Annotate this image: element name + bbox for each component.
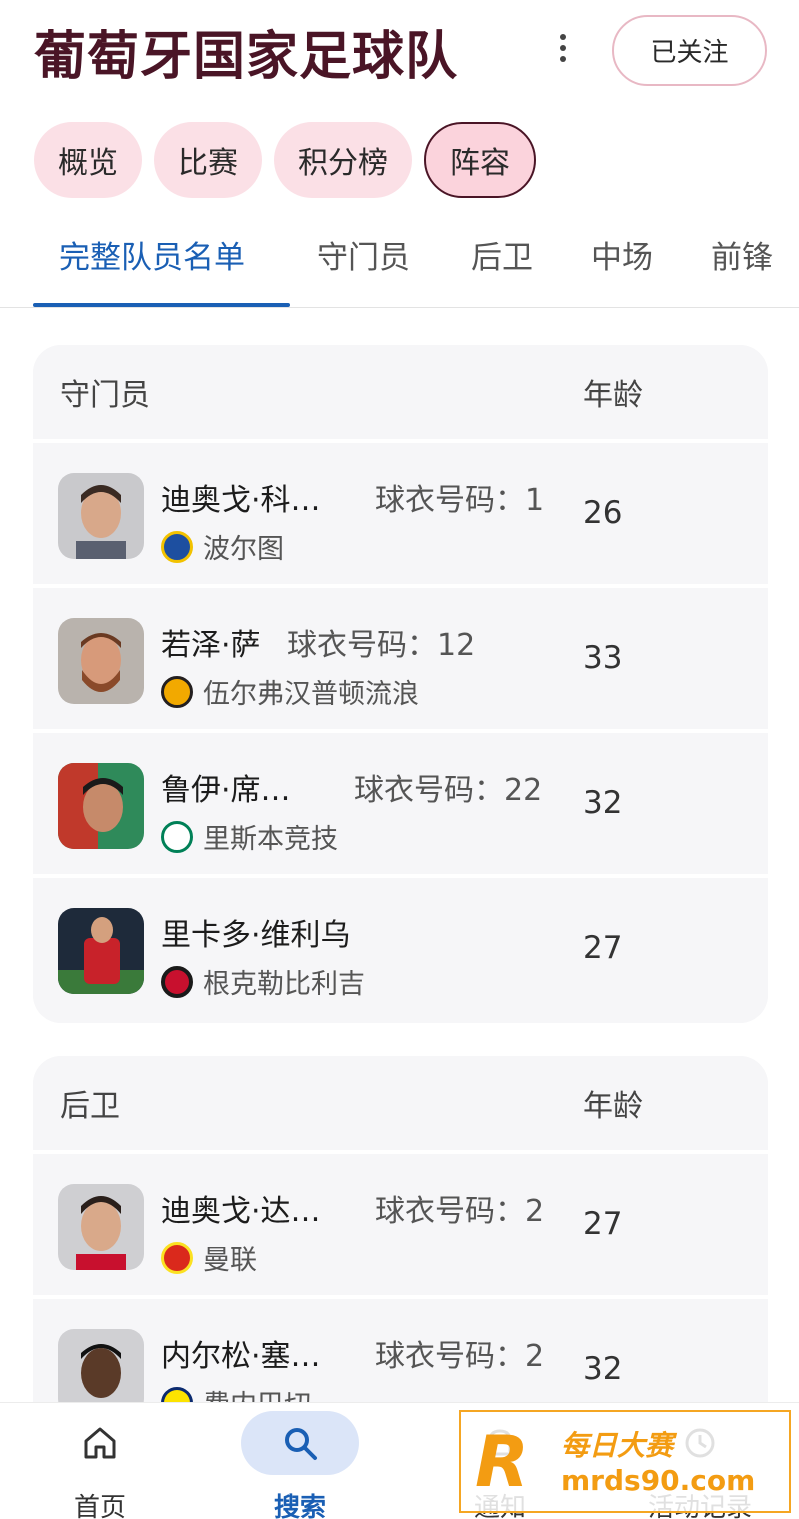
section-position-label: 守门员	[60, 378, 150, 413]
club-name: 波尔图	[203, 534, 284, 565]
section-header: 守门员 年龄	[33, 345, 768, 443]
squad-tabs: 完整队员名单 守门员 后卫 中场 前锋	[0, 210, 799, 308]
jersey-number: 球衣号码：2	[375, 1194, 545, 1229]
club-info: 根克勒比利吉	[161, 962, 365, 1001]
wolves-logo-icon	[161, 675, 193, 708]
nav-label: 搜索	[273, 1493, 326, 1519]
defenders-section: 后卫 年龄 迪奥戈·达… 球衣号码：2 曼联 27 内尔松·塞… 球衣号码：2 …	[33, 1056, 768, 1444]
player-avatar	[58, 763, 144, 849]
section-header: 后卫 年龄	[33, 1056, 768, 1154]
watermark-url: mrds90.com	[561, 1464, 756, 1497]
club-name: 伍尔弗汉普顿流浪	[203, 679, 419, 710]
section-position-label: 后卫	[60, 1089, 120, 1124]
jersey-number: 球衣号码：12	[287, 628, 476, 663]
jersey-number: 球衣号码：22	[354, 773, 543, 808]
player-name: 若泽·萨	[161, 628, 261, 663]
club-info: 曼联	[161, 1238, 257, 1277]
genclerbirligi-logo-icon	[161, 965, 193, 998]
home-icon	[84, 1427, 116, 1459]
player-avatar	[58, 618, 144, 704]
jersey-number: 球衣号码：1	[375, 483, 545, 518]
watermark-logo: R 每日大赛 mrds90.com	[459, 1410, 791, 1513]
chip-standings[interactable]: 积分榜	[274, 122, 412, 198]
more-options-button[interactable]	[548, 30, 578, 66]
age-column-header: 年龄	[583, 378, 643, 413]
club-info: 里斯本竞技	[161, 817, 338, 856]
player-name: 里卡多·维利乌	[161, 918, 351, 953]
player-name: 鲁伊·席…	[161, 773, 291, 808]
player-row[interactable]: 鲁伊·席… 球衣号码：22 里斯本竞技 32	[33, 733, 768, 878]
chip-matches[interactable]: 比赛	[154, 122, 262, 198]
header: 葡萄牙国家足球队 已关注	[0, 0, 799, 100]
nav-search[interactable]: 搜索	[200, 1403, 400, 1519]
page-title: 葡萄牙国家足球队	[34, 27, 459, 87]
tab-full-roster[interactable]: 完整队员名单	[59, 232, 245, 277]
jersey-number: 球衣号码：2	[375, 1339, 545, 1374]
player-row[interactable]: 迪奥戈·达… 球衣号码：2 曼联 27	[33, 1154, 768, 1299]
search-icon	[285, 1428, 317, 1460]
more-dot	[560, 34, 566, 40]
porto-logo-icon	[161, 530, 193, 563]
player-age: 27	[583, 1206, 623, 1242]
chip-overview[interactable]: 概览	[34, 122, 142, 198]
sporting-logo-icon	[161, 820, 193, 853]
nav-home[interactable]: 首页	[0, 1403, 200, 1519]
follow-button[interactable]: 已关注	[612, 15, 767, 86]
goalkeepers-section: 守门员 年龄 迪奥戈·科… 球衣号码：1 波尔图 26 若泽·萨 球衣号码：12…	[33, 345, 768, 1023]
club-name: 里斯本竞技	[203, 824, 338, 855]
player-age: 27	[583, 930, 623, 966]
player-avatar	[58, 908, 144, 994]
tab-midfielders[interactable]: 中场	[591, 232, 653, 277]
chip-squad[interactable]: 阵容	[424, 122, 536, 198]
player-avatar	[58, 473, 144, 559]
player-age: 33	[583, 640, 623, 676]
player-name: 内尔松·塞…	[161, 1339, 321, 1374]
player-age: 32	[583, 785, 623, 821]
watermark-r-icon: R	[475, 1421, 529, 1503]
player-avatar	[58, 1184, 144, 1270]
watermark-text: 每日大赛	[561, 1429, 674, 1462]
player-name: 迪奥戈·科…	[161, 483, 321, 518]
player-row[interactable]: 若泽·萨 球衣号码：12 伍尔弗汉普顿流浪 33	[33, 588, 768, 733]
tab-forwards[interactable]: 前锋	[711, 232, 773, 277]
player-age: 26	[583, 495, 623, 531]
club-info: 伍尔弗汉普顿流浪	[161, 672, 419, 711]
player-age: 32	[583, 1351, 623, 1387]
man-utd-logo-icon	[161, 1241, 193, 1274]
more-dot	[560, 45, 566, 51]
age-column-header: 年龄	[583, 1089, 643, 1124]
tab-defenders[interactable]: 后卫	[471, 232, 533, 277]
nav-label: 首页	[73, 1493, 126, 1519]
club-name: 根克勒比利吉	[203, 969, 365, 1000]
club-name: 曼联	[203, 1245, 257, 1276]
tab-active-indicator	[33, 303, 290, 307]
player-row[interactable]: 迪奥戈·科… 球衣号码：1 波尔图 26	[33, 443, 768, 588]
player-row[interactable]: 里卡多·维利乌 根克勒比利吉 27	[33, 878, 768, 1023]
more-dot	[560, 56, 566, 62]
player-name: 迪奥戈·达…	[161, 1194, 321, 1229]
club-info: 波尔图	[161, 527, 284, 566]
section-chips: 概览 比赛 积分榜 阵容	[34, 122, 536, 198]
tab-goalkeepers[interactable]: 守门员	[317, 232, 410, 277]
